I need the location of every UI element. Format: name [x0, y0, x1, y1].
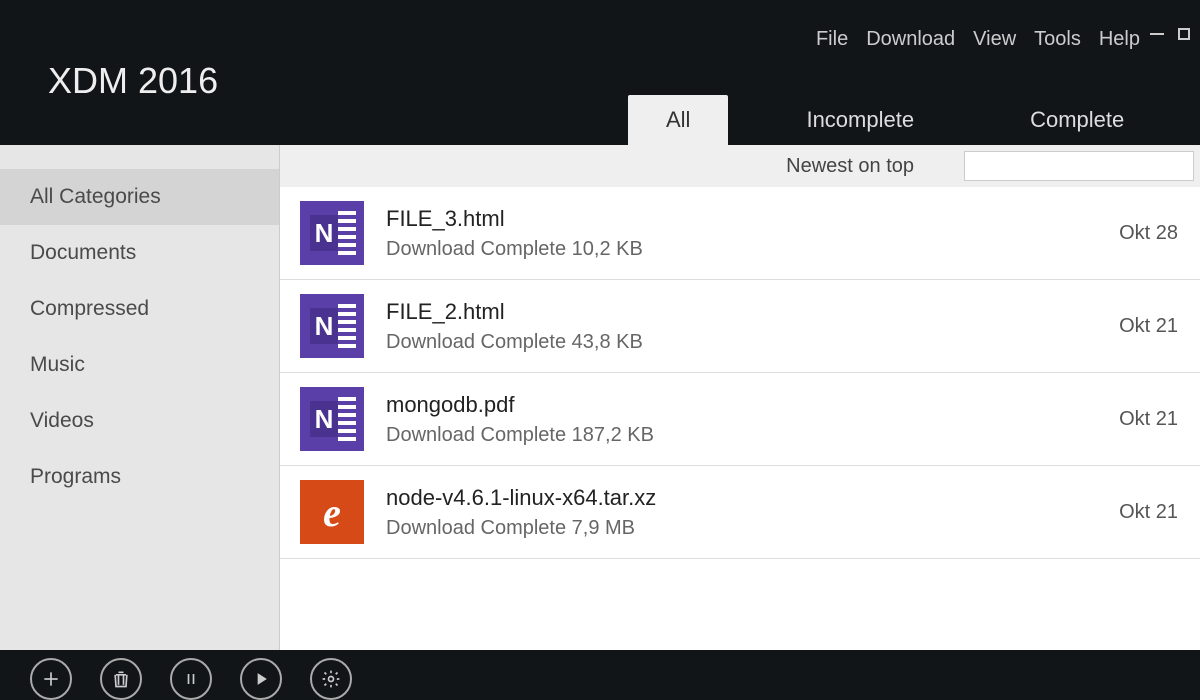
- sidebar-item-programs[interactable]: Programs: [0, 449, 279, 505]
- menu-file[interactable]: File: [816, 28, 848, 51]
- file-date: Okt 21: [1119, 315, 1180, 338]
- sidebar-item-documents[interactable]: Documents: [0, 225, 279, 281]
- minimize-icon[interactable]: [1150, 33, 1164, 35]
- sidebar: All Categories Documents Compressed Musi…: [0, 145, 280, 650]
- main-panel: Newest on top FILE_3.html Download Compl…: [280, 145, 1200, 650]
- app-title: XDM 2016: [48, 60, 218, 102]
- sidebar-item-videos[interactable]: Videos: [0, 393, 279, 449]
- list-item[interactable]: FILE_3.html Download Complete 10,2 KB Ok…: [280, 187, 1200, 280]
- tabs: All Incomplete Complete: [280, 95, 1200, 145]
- search-input[interactable]: [964, 151, 1194, 181]
- list-item[interactable]: e node-v4.6.1-linux-x64.tar.xz Download …: [280, 466, 1200, 559]
- footer-toolbar: [0, 650, 1200, 700]
- file-date: Okt 21: [1119, 408, 1180, 431]
- add-button[interactable]: [30, 658, 72, 700]
- settings-button[interactable]: [310, 658, 352, 700]
- tab-all[interactable]: All: [628, 95, 728, 145]
- file-icon: [300, 201, 364, 265]
- maximize-icon[interactable]: [1178, 28, 1190, 40]
- sort-dropdown[interactable]: Newest on top: [786, 155, 934, 178]
- header: File Download View Tools Help XDM 2016 A…: [0, 0, 1200, 145]
- tab-complete[interactable]: Complete: [992, 95, 1162, 145]
- menu-download[interactable]: Download: [866, 28, 955, 51]
- file-date: Okt 28: [1119, 222, 1180, 245]
- file-name: mongodb.pdf: [386, 392, 1097, 418]
- file-status: Download Complete 7,9 MB: [386, 517, 1097, 540]
- sort-bar: Newest on top: [280, 145, 1200, 187]
- file-name: node-v4.6.1-linux-x64.tar.xz: [386, 485, 1097, 511]
- file-status: Download Complete 43,8 KB: [386, 331, 1097, 354]
- tab-incomplete[interactable]: Incomplete: [768, 95, 952, 145]
- sidebar-item-compressed[interactable]: Compressed: [0, 281, 279, 337]
- file-name: FILE_3.html: [386, 206, 1097, 232]
- file-status: Download Complete 10,2 KB: [386, 238, 1097, 261]
- menu-view[interactable]: View: [973, 28, 1016, 51]
- file-name: FILE_2.html: [386, 299, 1097, 325]
- file-date: Okt 21: [1119, 501, 1180, 524]
- play-button[interactable]: [240, 658, 282, 700]
- list-item[interactable]: mongodb.pdf Download Complete 187,2 KB O…: [280, 373, 1200, 466]
- file-icon: e: [300, 480, 364, 544]
- download-list: FILE_3.html Download Complete 10,2 KB Ok…: [280, 187, 1200, 650]
- menu-help[interactable]: Help: [1099, 28, 1140, 51]
- sidebar-item-music[interactable]: Music: [0, 337, 279, 393]
- delete-button[interactable]: [100, 658, 142, 700]
- menu-bar: File Download View Tools Help: [816, 28, 1140, 51]
- window-controls: [1150, 28, 1190, 40]
- menu-tools[interactable]: Tools: [1034, 28, 1081, 51]
- file-status: Download Complete 187,2 KB: [386, 424, 1097, 447]
- sidebar-item-all-categories[interactable]: All Categories: [0, 169, 279, 225]
- file-icon: [300, 294, 364, 358]
- list-item[interactable]: FILE_2.html Download Complete 43,8 KB Ok…: [280, 280, 1200, 373]
- file-icon: [300, 387, 364, 451]
- pause-button[interactable]: [170, 658, 212, 700]
